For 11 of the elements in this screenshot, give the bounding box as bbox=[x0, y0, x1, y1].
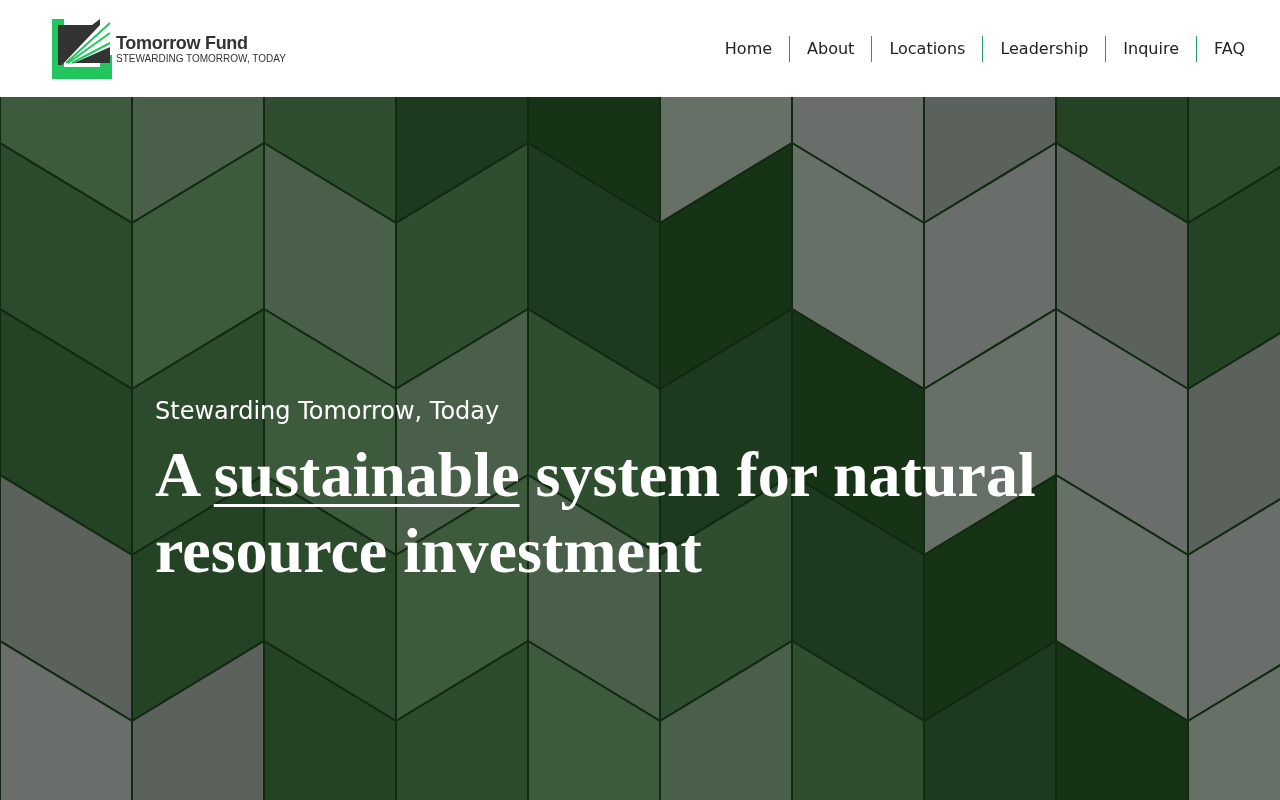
logo-name: Tomorrow Fund bbox=[116, 32, 249, 53]
nav-link[interactable]: Leadership bbox=[982, 35, 1106, 62]
nav-link[interactable]: About bbox=[789, 35, 872, 62]
logo-icon bbox=[52, 18, 112, 79]
nav-link[interactable]: FAQ bbox=[1196, 35, 1245, 62]
nav-link[interactable]: Home bbox=[707, 35, 790, 62]
nav-link[interactable]: Locations bbox=[871, 35, 983, 62]
logo-tagline: STEWARDING TOMORROW, TODAY bbox=[116, 52, 286, 65]
hero-heading: A sustainable system for natural resource investment bbox=[155, 438, 1037, 588]
hero-eyebrow: Stewarding Tomorrow, Today bbox=[155, 397, 500, 425]
nav-link[interactable]: Inquire bbox=[1105, 35, 1196, 62]
